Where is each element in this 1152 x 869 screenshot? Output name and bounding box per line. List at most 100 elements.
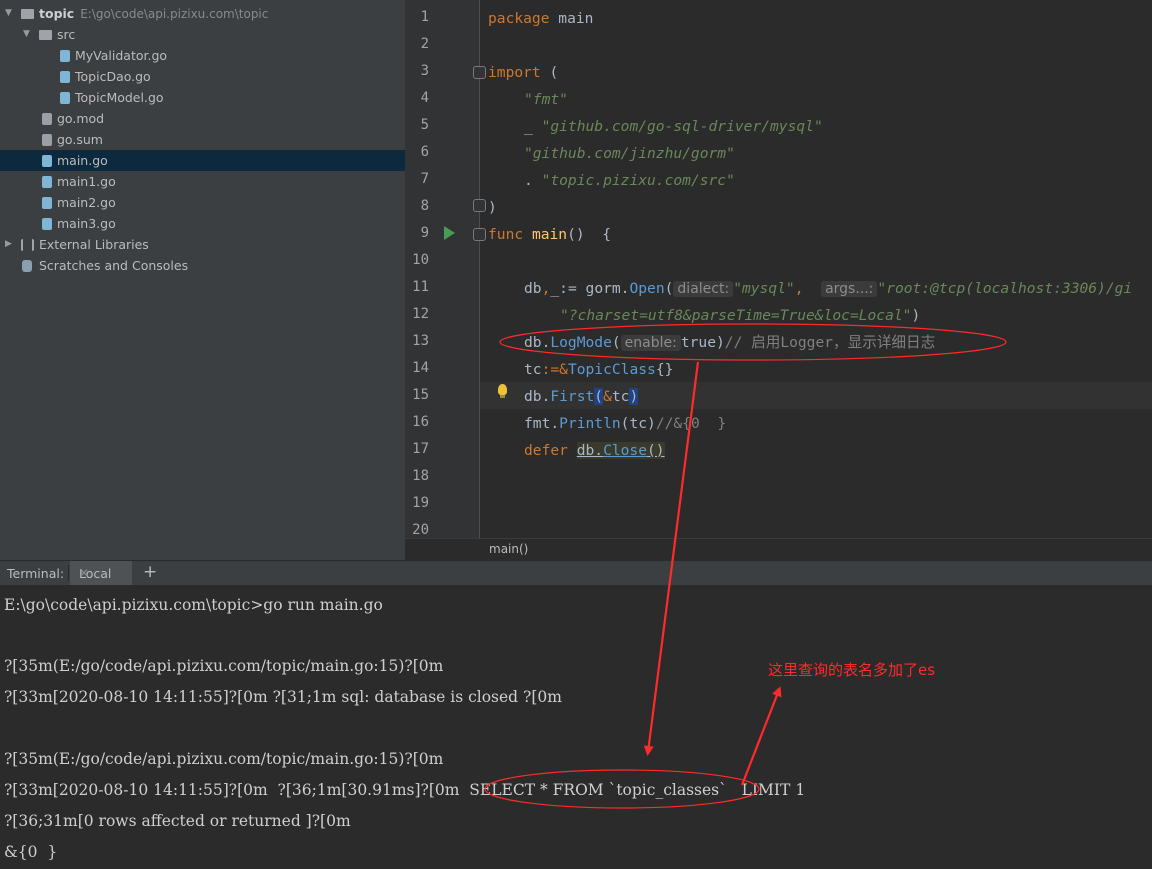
add-tab-icon[interactable]: + bbox=[143, 562, 157, 582]
tree-item-label: main2.go bbox=[57, 195, 116, 210]
collapsed-arrow-icon[interactable]: ▶ bbox=[5, 234, 12, 255]
line-number: 12 bbox=[412, 306, 429, 322]
fold-icon[interactable] bbox=[473, 199, 486, 212]
tab-local[interactable]: Local ✕ bbox=[70, 561, 132, 585]
terminal-line: E:\go\code\api.pizixu.com\topic>go run m… bbox=[4, 596, 383, 614]
tree-item-label: External Libraries bbox=[39, 237, 149, 252]
tree-item-main1-go[interactable]: main1.go bbox=[0, 171, 405, 192]
line-number: 1 bbox=[420, 9, 429, 25]
code-line-14: tc:=&TopicClass{} bbox=[524, 361, 674, 378]
tree-item-gosum[interactable]: go.sum bbox=[0, 129, 405, 150]
project-tree: ▼ topic E:\go\code\api.pizixu.com\topic ▼… bbox=[0, 0, 405, 560]
code-line-15: db.First(&tc) bbox=[524, 388, 639, 405]
line-number: 16 bbox=[412, 414, 429, 430]
tree-item-topicdao[interactable]: TopicDao.go bbox=[0, 66, 405, 87]
line-number: 15 bbox=[412, 387, 429, 403]
tree-item-main3-go[interactable]: main3.go bbox=[0, 213, 405, 234]
tree-item-label: go.mod bbox=[57, 111, 105, 126]
param-hint-args: args...: bbox=[821, 281, 878, 297]
go-file-icon bbox=[60, 71, 70, 83]
terminal-line: ?[35m(E:/go/code/api.pizixu.com/topic/ma… bbox=[4, 657, 444, 675]
go-file-icon bbox=[60, 92, 70, 104]
tree-item-label: TopicDao.go bbox=[75, 69, 151, 84]
tree-item-label: main3.go bbox=[57, 216, 116, 231]
line-number: 4 bbox=[420, 90, 429, 106]
line-number: 14 bbox=[412, 360, 429, 376]
folder-icon bbox=[39, 30, 52, 40]
tree-item-gomod[interactable]: go.mod bbox=[0, 108, 405, 129]
folder-icon bbox=[21, 9, 34, 19]
tree-item-label: go.sum bbox=[57, 132, 103, 147]
run-icon[interactable] bbox=[444, 226, 455, 240]
sum-file-icon bbox=[42, 134, 52, 146]
fold-icon[interactable] bbox=[473, 228, 486, 241]
code-line-17: defer db.Close() bbox=[524, 442, 665, 459]
code-line-11: db,_:= gorm.Open(dialect: "mysql", args..… bbox=[524, 280, 1133, 297]
tree-item-main2-go[interactable]: main2.go bbox=[0, 192, 405, 213]
tree-root-topic[interactable]: ▼ topic E:\go\code\api.pizixu.com\topic bbox=[0, 3, 405, 24]
terminal-label: Terminal: bbox=[7, 566, 65, 581]
param-hint-dialect: dialect: bbox=[673, 281, 734, 297]
terminal-line: ?[35m(E:/go/code/api.pizixu.com/topic/ma… bbox=[4, 750, 444, 768]
tree-item-src[interactable]: ▼ src bbox=[0, 24, 405, 45]
line-number: 17 bbox=[412, 441, 429, 457]
breadcrumb[interactable]: main() bbox=[489, 542, 528, 556]
go-file-icon bbox=[42, 155, 52, 167]
line-number: 7 bbox=[420, 171, 429, 187]
terminal-line: ?[33m[2020-08-10 14:11:55]?[0m ?[31;1m s… bbox=[4, 688, 562, 706]
close-icon[interactable]: ✕ bbox=[79, 566, 89, 580]
code-line-4: "fmt" bbox=[524, 91, 568, 108]
tree-item-myvalidator[interactable]: MyValidator.go bbox=[0, 45, 405, 66]
line-number: 20 bbox=[412, 522, 429, 538]
tree-item-external-libraries[interactable]: ▶ External Libraries bbox=[0, 234, 405, 255]
line-number: 6 bbox=[420, 144, 429, 160]
tree-item-label: Scratches and Consoles bbox=[39, 258, 189, 273]
line-number: 5 bbox=[420, 117, 429, 133]
go-file-icon bbox=[42, 176, 52, 188]
code-line-7: . "topic.pizixu.com/src" bbox=[524, 172, 735, 189]
code-line-5: _ "github.com/go-sql-driver/mysql" bbox=[524, 118, 823, 135]
terminal-line: ?[36;31m[0 rows affected or returned ]?[… bbox=[4, 812, 351, 830]
line-number: 11 bbox=[412, 279, 429, 295]
editor-breadcrumb-bar: main() bbox=[405, 538, 1152, 561]
terminal-toolbar: Terminal: Local ✕ + bbox=[0, 560, 1152, 586]
tree-item-label: main1.go bbox=[57, 174, 116, 189]
lightbulb-icon[interactable] bbox=[498, 384, 507, 398]
line-number: 9 bbox=[420, 225, 429, 241]
tree-item-label: main.go bbox=[57, 153, 108, 168]
code-line-6: "github.com/jinzhu/gorm" bbox=[524, 145, 735, 162]
code-line-16: fmt.Println(tc)//&{0 } bbox=[524, 415, 727, 432]
code-line-8: ) bbox=[488, 199, 497, 216]
tree-item-label: src bbox=[57, 27, 76, 42]
editor-gutter bbox=[405, 0, 480, 538]
tree-item-topicmodel[interactable]: TopicModel.go bbox=[0, 87, 405, 108]
line-number: 3 bbox=[420, 63, 429, 79]
tab-divider bbox=[68, 565, 69, 581]
code-line-9: func main() { bbox=[488, 226, 612, 243]
param-hint-enable: enable: bbox=[620, 335, 681, 351]
go-file-icon bbox=[42, 218, 52, 230]
mod-file-icon bbox=[42, 113, 52, 125]
tree-item-label: TopicModel.go bbox=[75, 90, 164, 105]
line-number: 13 bbox=[412, 333, 429, 349]
library-icon bbox=[21, 239, 34, 251]
tree-item-label: MyValidator.go bbox=[75, 48, 168, 63]
code-line-12: "?charset=utf8&parseTime=True&loc=Local"… bbox=[560, 307, 921, 324]
root-folder-name: topic bbox=[39, 6, 75, 21]
scratch-icon bbox=[22, 260, 32, 272]
expand-arrow-icon[interactable]: ▼ bbox=[23, 24, 30, 45]
line-number: 8 bbox=[420, 198, 429, 214]
line-number: 10 bbox=[412, 252, 429, 268]
tree-item-main-go[interactable]: main.go bbox=[0, 150, 405, 171]
terminal-line: &{0 } bbox=[4, 843, 58, 861]
terminal-line: ?[33m[2020-08-10 14:11:55]?[0m ?[36;1m[3… bbox=[4, 781, 806, 799]
code-line-3: import ( bbox=[488, 64, 559, 81]
tree-item-scratches[interactable]: Scratches and Consoles bbox=[0, 255, 405, 276]
line-number: 2 bbox=[420, 36, 429, 52]
go-file-icon bbox=[60, 50, 70, 62]
expand-arrow-icon[interactable]: ▼ bbox=[5, 3, 12, 24]
code-line-13: db.LogMode(enable: true)// 启用Logger，显示详细日… bbox=[524, 334, 936, 351]
code-line-1: package main bbox=[488, 10, 594, 27]
fold-icon[interactable] bbox=[473, 66, 486, 79]
root-folder-path: E:\go\code\api.pizixu.com\topic bbox=[80, 7, 269, 21]
